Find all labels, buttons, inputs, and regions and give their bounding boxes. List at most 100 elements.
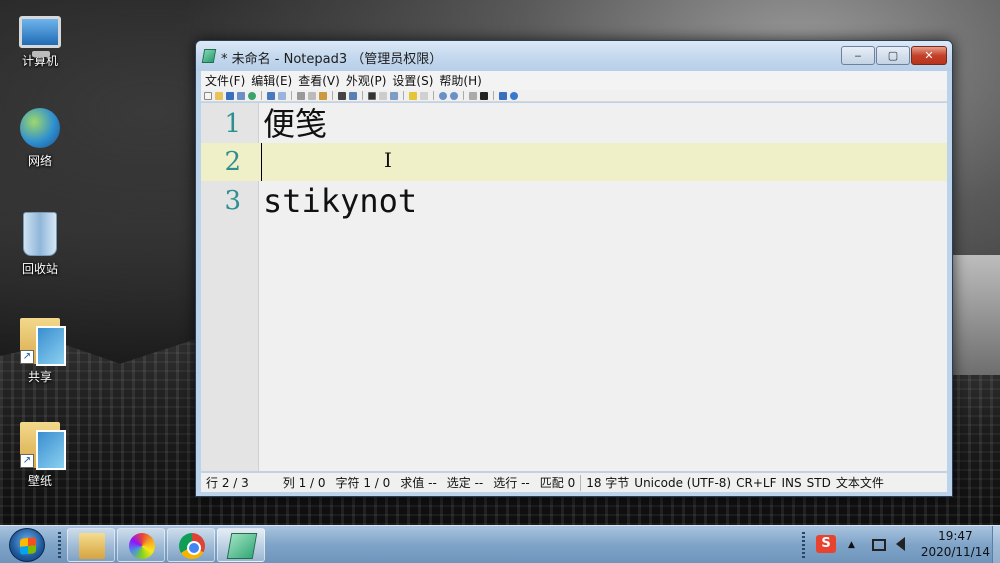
- windows-logo-icon: [20, 537, 36, 555]
- exit-icon[interactable]: [510, 91, 518, 100]
- taskbar-pinwheel-app[interactable]: [117, 528, 165, 562]
- desktop-icon-label: 回收站: [21, 262, 58, 276]
- system-tray: S ▲ 19:47 2020/11/14: [800, 526, 1000, 563]
- toolbar-separator: [291, 91, 292, 100]
- taskbar-chrome[interactable]: [167, 528, 215, 562]
- menu-appearance[interactable]: 外观(P): [346, 72, 387, 89]
- show-desktop-button[interactable]: [992, 526, 1000, 563]
- desktop-icon-recycle-bin[interactable]: 回收站: [8, 212, 72, 277]
- line-number: 1: [224, 109, 241, 139]
- show-hidden-icons-arrow-icon[interactable]: ▲: [848, 540, 855, 550]
- menu-settings[interactable]: 设置(S): [392, 72, 433, 89]
- pin-icon[interactable]: [499, 91, 507, 100]
- close-button[interactable]: ✕: [911, 46, 947, 65]
- taskbar-notepad3[interactable]: [217, 528, 265, 562]
- editor-line[interactable]: 3 stikynot: [201, 182, 947, 220]
- taskbar-explorer[interactable]: [67, 528, 115, 562]
- line-text: stikynot: [263, 182, 418, 220]
- maximize-button[interactable]: ▢: [876, 46, 910, 65]
- status-match[interactable]: 匹配 0: [535, 474, 580, 491]
- status-ins[interactable]: INS: [776, 476, 801, 490]
- new-file-icon[interactable]: [204, 91, 212, 100]
- clock[interactable]: 19:47 2020/11/14: [921, 528, 990, 560]
- line-text: 便笺: [263, 105, 328, 143]
- menu-file[interactable]: 文件(F): [205, 72, 245, 89]
- toolbar-separator: [433, 91, 434, 100]
- notepad3-app-icon[interactable]: [201, 49, 217, 63]
- status-file-type[interactable]: 文本文件: [831, 474, 889, 491]
- network-status-icon[interactable]: [872, 539, 886, 551]
- zoom-in-icon[interactable]: [439, 91, 447, 100]
- refresh-icon[interactable]: [248, 91, 256, 100]
- recycle-bin-icon: [23, 212, 57, 256]
- taskbar-grip[interactable]: [58, 532, 61, 558]
- clock-date: 2020/11/14: [920, 545, 990, 559]
- status-selected-lines[interactable]: 选行 --: [488, 474, 534, 491]
- status-chars[interactable]: 字符 1 / 0: [331, 474, 396, 491]
- title-bar[interactable]: * 未命名 - Notepad3 （管理员权限） ‒ ▢ ✕: [196, 41, 952, 71]
- shortcut-arrow-icon: ↗: [20, 350, 34, 364]
- sogou-ime-icon[interactable]: S: [816, 535, 836, 553]
- volume-icon[interactable]: [896, 537, 905, 551]
- status-line[interactable]: 行 2 / 3: [201, 474, 254, 491]
- open-folder-icon[interactable]: [215, 91, 223, 100]
- desktop-icon-computer[interactable]: 计算机: [8, 12, 72, 69]
- notepad3-icon: [226, 533, 258, 559]
- status-encoding[interactable]: Unicode (UTF-8): [629, 476, 731, 490]
- desktop-icon-network[interactable]: 网络: [8, 108, 72, 169]
- text-editor[interactable]: 1 便笺 2 I 3 stikynot: [201, 103, 947, 471]
- menu-help[interactable]: 帮助(H): [439, 72, 481, 89]
- add-favorite-icon[interactable]: [420, 91, 428, 100]
- redo-icon[interactable]: [278, 91, 286, 100]
- search-icon[interactable]: [390, 91, 398, 100]
- status-sum[interactable]: 求值 --: [395, 474, 441, 491]
- shortcut-arrow-icon: ↗: [20, 454, 34, 468]
- replace-icon[interactable]: [349, 91, 357, 100]
- start-button[interactable]: [9, 528, 45, 562]
- menu-edit[interactable]: 编辑(E): [251, 72, 292, 89]
- save-icon[interactable]: [226, 91, 234, 100]
- status-size: 18 字节: [586, 476, 630, 490]
- scheme-icon[interactable]: [469, 91, 477, 100]
- folder-shortcut-icon: ↗: [20, 422, 66, 470]
- menu-view[interactable]: 查看(V): [298, 72, 340, 89]
- toolbar-separator: [332, 91, 333, 100]
- toolbar: [201, 90, 947, 102]
- word-wrap-icon[interactable]: [368, 91, 376, 100]
- menu-bar: 文件(F) 编辑(E) 查看(V) 外观(P) 设置(S) 帮助(H): [201, 71, 947, 90]
- copy-icon[interactable]: [308, 91, 316, 100]
- notepad3-window: * 未命名 - Notepad3 （管理员权限） ‒ ▢ ✕ 文件(F) 编辑(…: [195, 40, 953, 497]
- toolbar-separator: [403, 91, 404, 100]
- clock-time: 19:47: [938, 529, 973, 543]
- status-std[interactable]: STD: [802, 476, 831, 490]
- desktop-icon-share[interactable]: ↗ 共享: [8, 318, 72, 385]
- customize-icon[interactable]: [480, 91, 488, 100]
- paste-icon[interactable]: [319, 91, 327, 100]
- line-number: 3: [224, 186, 241, 216]
- undo-icon[interactable]: [267, 91, 275, 100]
- editor-line[interactable]: 1 便笺: [201, 105, 947, 143]
- toolbar-separator: [493, 91, 494, 100]
- status-column[interactable]: 列 1 / 0: [278, 474, 331, 491]
- goto-icon[interactable]: [379, 91, 387, 100]
- i-beam-cursor-icon: I: [384, 148, 392, 172]
- folder-shortcut-icon: ↗: [20, 318, 66, 366]
- minimize-button[interactable]: ‒: [841, 46, 875, 65]
- cut-icon[interactable]: [297, 91, 305, 100]
- tray-grip[interactable]: [802, 532, 805, 558]
- desktop-icon-label: 网络: [27, 154, 52, 168]
- find-icon[interactable]: [338, 91, 346, 100]
- text-caret: [261, 143, 262, 181]
- desktop-icon-label: 共享: [27, 370, 52, 384]
- desktop-icon-label: 壁纸: [27, 474, 52, 488]
- toolbar-separator: [261, 91, 262, 100]
- desktop-icon-wallpaper[interactable]: ↗ 壁纸: [8, 422, 72, 489]
- toolbar-separator: [362, 91, 363, 100]
- editor-line-current[interactable]: 2 I: [201, 143, 947, 181]
- computer-icon: [19, 16, 61, 57]
- save-as-icon[interactable]: [237, 91, 245, 100]
- status-eol[interactable]: CR+LF: [731, 476, 776, 490]
- zoom-out-icon[interactable]: [450, 91, 458, 100]
- status-selection[interactable]: 选定 --: [442, 474, 488, 491]
- favorites-star-icon[interactable]: [409, 91, 417, 100]
